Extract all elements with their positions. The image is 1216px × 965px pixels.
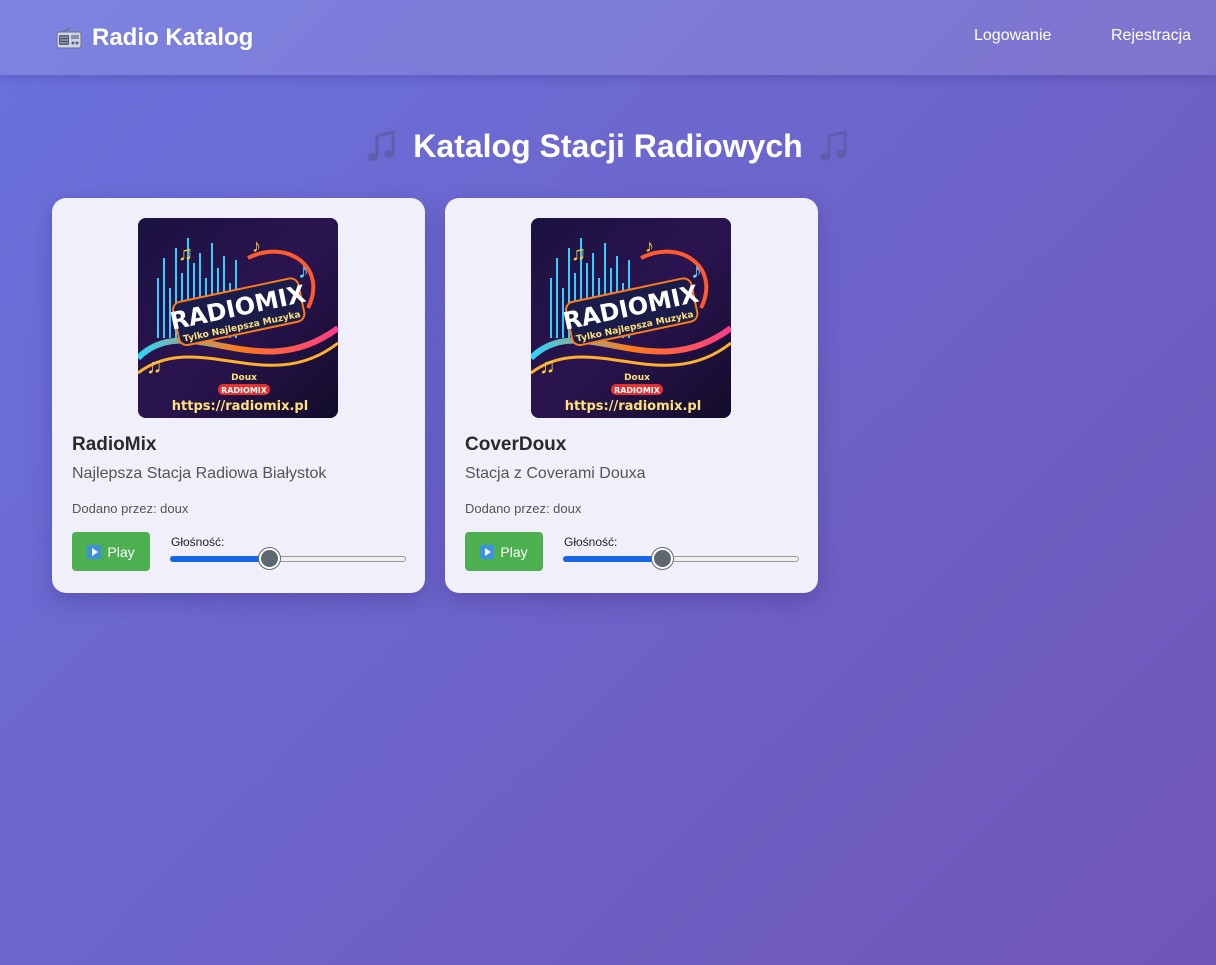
svg-text:♪: ♪ xyxy=(298,258,309,283)
station-description: Najlepsza Stacja Radiowa Białystok xyxy=(72,465,327,482)
play-button[interactable]: Play xyxy=(72,532,150,571)
added-by-text: Dodano przez: doux xyxy=(72,501,189,516)
brand-title: Radio Katalog xyxy=(92,24,254,51)
svg-text:RADIOMIX: RADIOMIX xyxy=(614,386,661,395)
play-icon xyxy=(87,544,102,559)
top-navbar: Radio Katalog Logowanie Rejestracja xyxy=(0,0,1216,75)
svg-text:♫: ♫ xyxy=(539,353,556,378)
added-by-text: Dodano przez: doux xyxy=(465,501,582,516)
volume-label: Głośność: xyxy=(564,535,618,549)
svg-text:♫: ♫ xyxy=(146,353,163,378)
station-card: RADIOMIX Tylko Najlepsza Muzyka ♫ ♪ ♫ ♪ … xyxy=(52,198,425,593)
svg-text:https://radiomix.pl: https://radiomix.pl xyxy=(565,399,701,414)
music-note-icon xyxy=(368,129,395,161)
svg-text:Doux: Doux xyxy=(231,373,257,383)
svg-text:RADIOMIX: RADIOMIX xyxy=(221,386,268,395)
station-name: RadioMix xyxy=(72,434,157,455)
slider-thumb[interactable] xyxy=(258,548,280,569)
station-card: RADIOMIX Tylko Najlepsza Muzyka ♫ ♪ ♫ ♪ … xyxy=(445,198,818,593)
station-cover-image: RADIOMIX Tylko Najlepsza Muzyka ♫ ♪ ♫ ♪ … xyxy=(138,218,338,418)
slider-fill xyxy=(563,556,663,562)
svg-text:♪: ♪ xyxy=(645,236,654,256)
station-cover-image: RADIOMIX Tylko Najlepsza Muzyka ♫ ♪ ♫ ♪ … xyxy=(531,218,731,418)
slider-thumb[interactable] xyxy=(651,548,673,569)
page-heading: Katalog Stacji Radiowych xyxy=(0,128,1216,165)
svg-text:Doux: Doux xyxy=(624,373,650,383)
svg-text:https://radiomix.pl: https://radiomix.pl xyxy=(172,399,308,414)
volume-label: Głośność: xyxy=(171,535,225,549)
svg-text:♫: ♫ xyxy=(571,243,586,265)
page-title: Katalog Stacji Radiowych xyxy=(413,128,803,164)
register-link[interactable]: Rejestracja xyxy=(1111,27,1191,45)
volume-slider[interactable] xyxy=(563,548,799,570)
radio-icon xyxy=(56,27,82,49)
login-link[interactable]: Logowanie xyxy=(974,27,1051,45)
play-button[interactable]: Play xyxy=(465,532,543,571)
station-description: Stacja z Coverami Douxa xyxy=(465,465,646,482)
svg-text:♪: ♪ xyxy=(691,258,702,283)
svg-text:♪: ♪ xyxy=(252,236,261,256)
play-button-label: Play xyxy=(500,543,528,560)
music-note-icon xyxy=(819,129,847,161)
play-icon xyxy=(480,544,495,559)
volume-slider[interactable] xyxy=(170,548,406,570)
station-name: CoverDoux xyxy=(465,434,567,455)
svg-text:♫: ♫ xyxy=(178,243,193,265)
slider-fill xyxy=(170,556,270,562)
brand-link[interactable]: Radio Katalog xyxy=(56,22,253,54)
play-button-label: Play xyxy=(107,543,135,560)
